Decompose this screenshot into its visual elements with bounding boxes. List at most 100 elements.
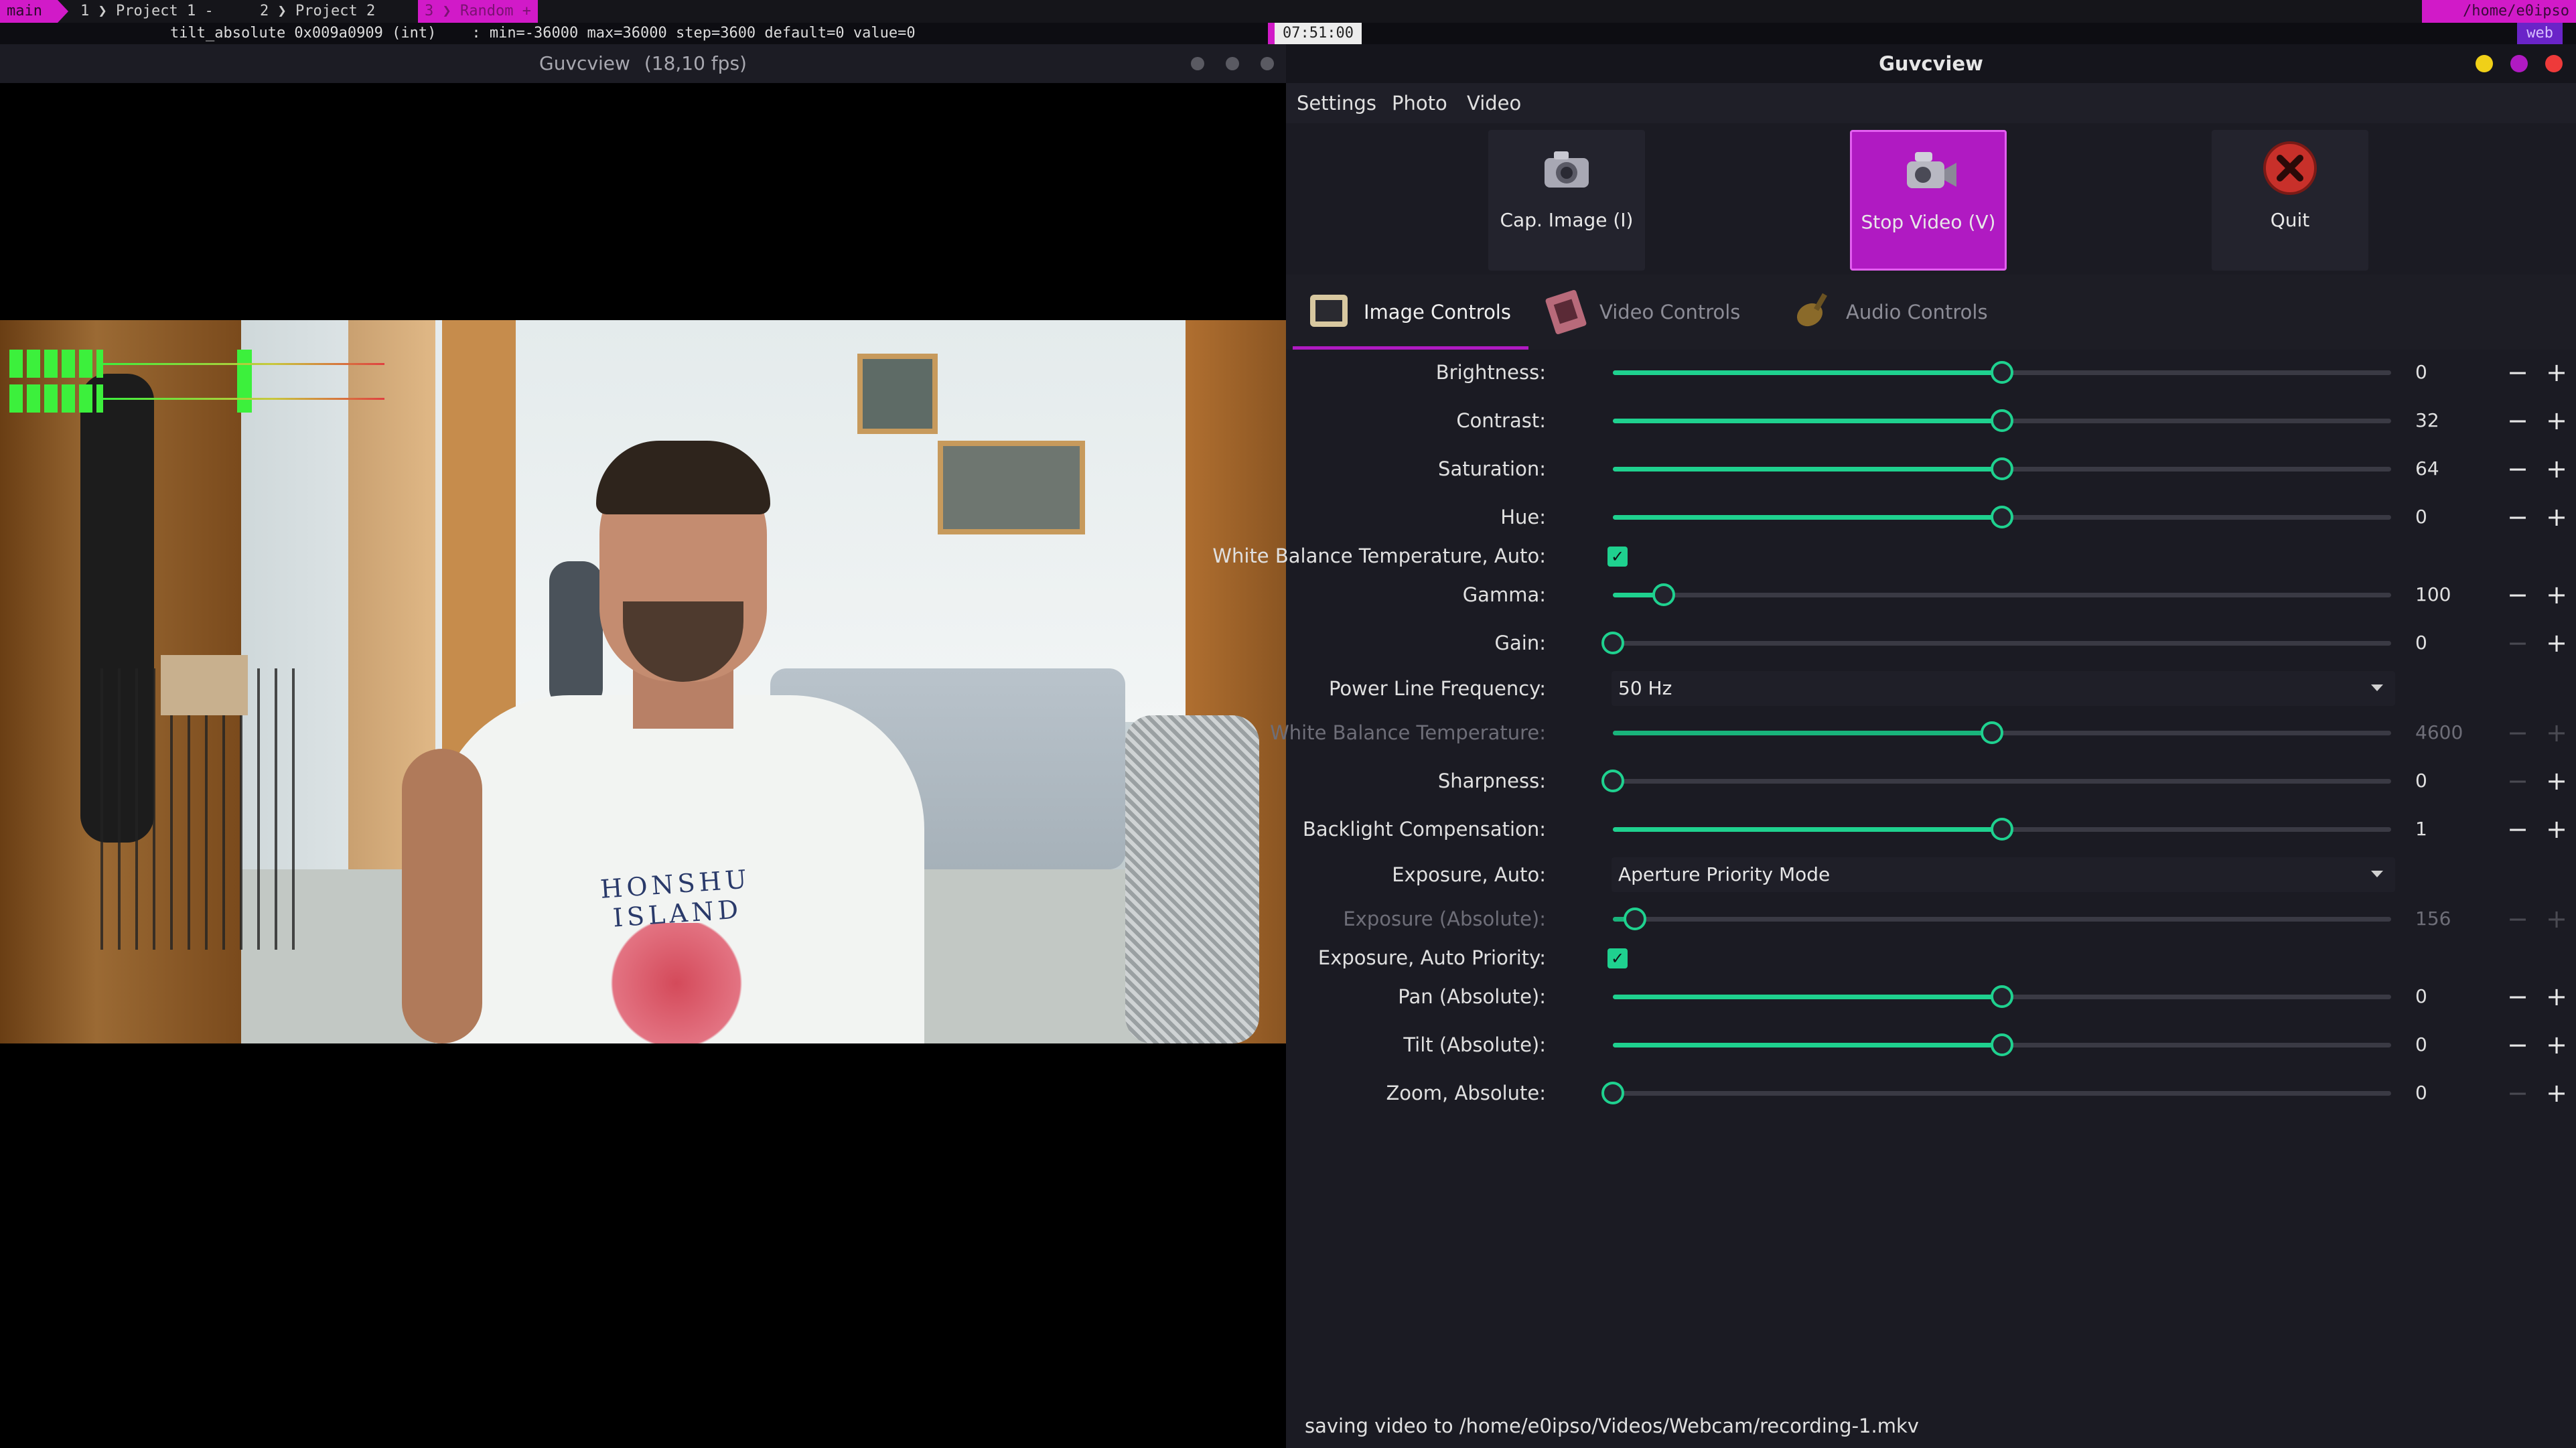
tmux-host: web [2517,23,2563,44]
gamma-slider[interactable] [1613,583,2391,606]
chevron-down-icon [2371,871,2383,877]
exposure-auto-value: Aperture Priority Mode [1618,863,1831,885]
sharpness-increase-button[interactable]: + [2540,761,2573,801]
stop-video-label: Stop Video (V) [1861,211,1996,233]
slider-handle[interactable] [1601,632,1624,654]
saturation-value[interactable]: 64 [2411,451,2492,486]
saturation-slider[interactable] [1613,457,2391,480]
slider-handle[interactable] [1991,985,2013,1008]
tilt-row: Tilt (Absolute): 0 − + [1286,1025,2576,1065]
zoom-increase-button[interactable]: + [2540,1073,2573,1113]
hue-slider[interactable] [1613,506,2391,528]
stop-video-button[interactable]: Stop Video (V) [1850,130,2007,271]
contrast-decrease-button[interactable]: − [2501,401,2534,441]
close-icon[interactable] [2545,55,2563,72]
slider-handle[interactable] [1991,457,2013,480]
pan-slider[interactable] [1613,985,2391,1008]
gain-decrease-button[interactable]: − [2501,623,2534,663]
zoom-value[interactable]: 0 [2411,1076,2492,1110]
menu-video[interactable]: Video [1467,83,1521,123]
gain-slider[interactable] [1601,632,2391,654]
minimize-icon[interactable] [1191,57,1204,70]
exposure-priority-checkbox[interactable]: ✓ [1607,948,1628,968]
hue-decrease-button[interactable]: − [2501,497,2534,537]
exposure-priority-row: Exposure, Auto Priority: ✓ [1286,938,2576,978]
capture-image-button[interactable]: Cap. Image (I) [1488,130,1645,271]
brightness-decrease-button[interactable]: − [2501,352,2534,392]
close-icon[interactable] [1261,57,1274,70]
preview-title: Guvcview [539,52,630,74]
wb-auto-checkbox[interactable]: ✓ [1607,547,1628,567]
brightness-value[interactable]: 0 [2411,355,2492,390]
slider-handle[interactable] [1601,1082,1624,1104]
backlight-decrease-button[interactable]: − [2501,809,2534,849]
slider-handle[interactable] [1991,818,2013,841]
sharpness-slider[interactable] [1601,770,2391,792]
pan-value[interactable]: 0 [2411,979,2492,1014]
tmux-window-3-index: 3 [425,3,434,19]
tab-video-controls[interactable]: Video Controls [1528,275,1764,350]
tilt-increase-button[interactable]: + [2540,1025,2573,1065]
slider-handle[interactable] [1991,409,2013,432]
gamma-decrease-button[interactable]: − [2501,575,2534,615]
maximize-icon[interactable] [2510,55,2528,72]
contrast-value[interactable]: 32 [2411,403,2492,438]
hue-value[interactable]: 0 [2411,500,2492,534]
exposure-abs-value: 156 [2415,908,2451,930]
contrast-increase-button[interactable]: + [2540,401,2573,441]
backlight-value[interactable]: 1 [2411,812,2492,847]
gain-increase-button[interactable]: + [2540,623,2573,663]
minimize-icon[interactable] [2476,55,2493,72]
film-icon [1545,289,1587,335]
saturation-increase-button[interactable]: + [2540,449,2573,489]
tmux-window-2[interactable]: 2 ❯ Project 2 [253,0,382,23]
control-titlebar[interactable]: Guvcview [1286,44,2576,83]
power-line-dropdown[interactable]: 50 Hz [1612,671,2395,706]
contrast-slider[interactable] [1613,409,2391,432]
maximize-icon[interactable] [1226,57,1239,70]
quit-label: Quit [2270,209,2310,231]
exposure-auto-label: Exposure, Auto: [1392,863,1546,886]
brightness-slider[interactable] [1613,361,2391,384]
slider-handle[interactable] [1991,361,2013,384]
tab-image-controls[interactable]: Image Controls [1293,275,1528,350]
status-text: saving video to /home/e0ipso/Videos/Webc… [1305,1415,1919,1437]
pan-decrease-button[interactable]: − [2501,976,2534,1017]
tilt-value[interactable]: 0 [2411,1027,2492,1062]
preview-titlebar[interactable]: Guvcview (18,10 fps) [0,44,1286,83]
sharpness-value[interactable]: 0 [2411,764,2492,798]
brightness-increase-button[interactable]: + [2540,352,2573,392]
tmux-window-1[interactable]: 1 ❯ Project 1 - [74,0,220,23]
slider-handle[interactable] [1652,583,1675,606]
preview-fps: (18,10 fps) [644,52,747,74]
quit-button[interactable]: Quit [2212,130,2368,271]
gamma-increase-button[interactable]: + [2540,575,2573,615]
tmux-clock: 07:51:00 [1268,23,1362,44]
slider-handle[interactable] [1601,770,1624,792]
tmux-session: main [0,0,58,23]
slider-handle[interactable] [1991,1033,2013,1056]
hue-increase-button[interactable]: + [2540,497,2573,537]
tab-audio-controls[interactable]: Audio Controls [1775,275,2011,350]
backlight-slider[interactable] [1613,818,2391,841]
zoom-slider[interactable] [1601,1082,2391,1104]
gamma-value[interactable]: 100 [2411,577,2492,612]
contrast-label: Contrast: [1456,409,1546,432]
gamma-label: Gamma: [1462,583,1546,606]
gain-value[interactable]: 0 [2411,626,2492,660]
backlight-increase-button[interactable]: + [2540,809,2573,849]
zoom-decrease-button[interactable]: − [2501,1073,2534,1113]
tmux-window-3[interactable]: 3 ❯ Random + [418,0,538,23]
tilt-decrease-button[interactable]: − [2501,1025,2534,1065]
saturation-decrease-button[interactable]: − [2501,449,2534,489]
slider-handle[interactable] [1991,506,2013,528]
chevron-down-icon [2371,684,2383,691]
exposure-auto-dropdown[interactable]: Aperture Priority Mode [1612,857,2395,892]
tilt-slider[interactable] [1613,1033,2391,1056]
menu-settings[interactable]: Settings [1297,83,1376,123]
exposure-auto-row: Exposure, Auto: Aperture Priority Mode [1286,855,2576,895]
exposure-abs-increase-button: + [2546,904,2567,934]
menu-photo[interactable]: Photo [1392,83,1447,123]
pan-increase-button[interactable]: + [2540,976,2573,1017]
sharpness-decrease-button[interactable]: − [2501,761,2534,801]
